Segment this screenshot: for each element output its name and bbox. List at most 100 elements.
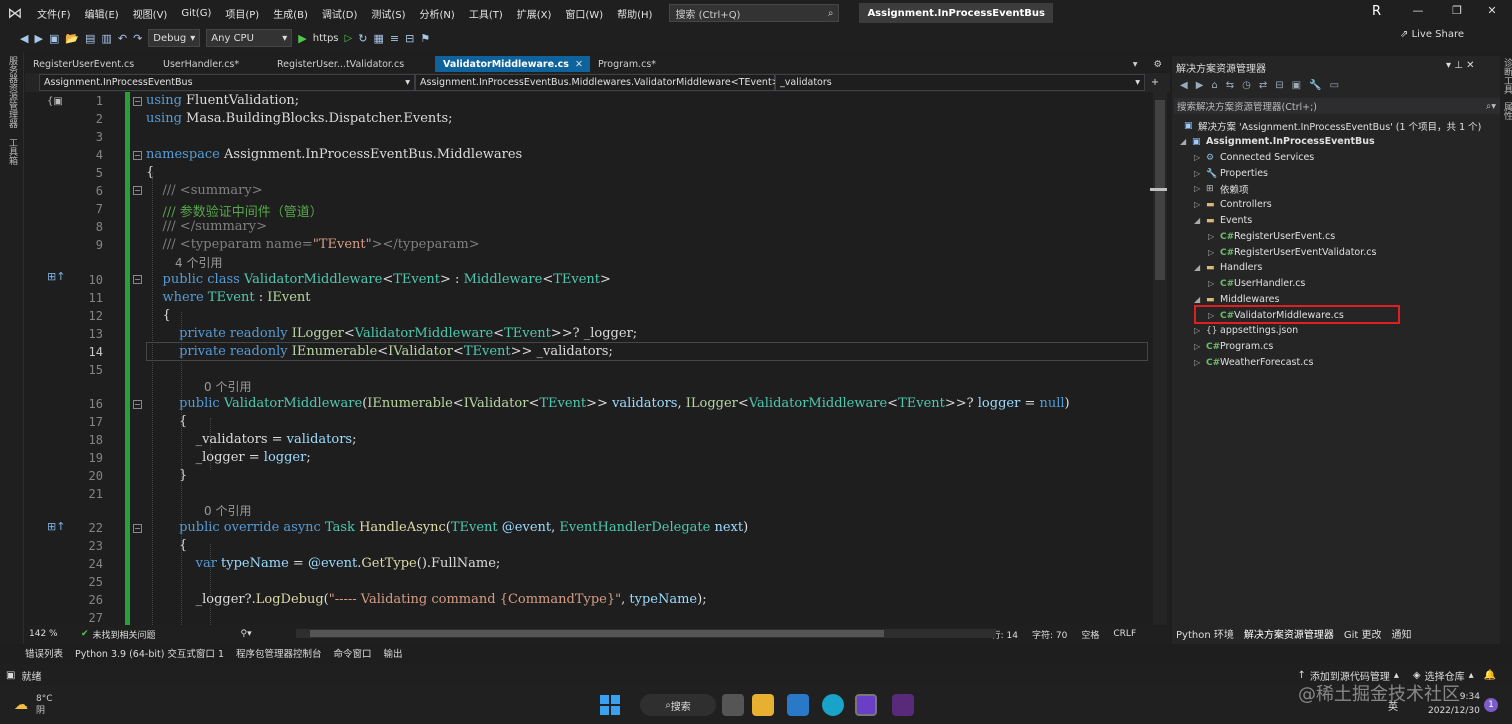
expand-arrow-icon[interactable]: ◢ (1194, 216, 1206, 225)
save-icon[interactable]: ▤ (85, 32, 95, 45)
menu-item-5[interactable]: 生成(B) (266, 6, 315, 21)
collapse-arrow-icon[interactable]: ▷ (1194, 184, 1206, 193)
clock-date[interactable]: 2022/12/30 (1428, 706, 1480, 716)
solution-search-input[interactable]: 搜索解决方案资源管理器(Ctrl+;) ⌕▾ (1174, 98, 1500, 114)
fold-toggle[interactable]: − (133, 275, 142, 284)
collapse-arrow-icon[interactable]: ▷ (1208, 279, 1220, 288)
back-icon[interactable]: ◀ (20, 32, 28, 45)
tree-user-handler[interactable]: ▷ C# UserHandler.cs (1208, 276, 1305, 291)
preview-icon[interactable]: ▭ (1330, 80, 1339, 91)
tree-register-user-event[interactable]: ▷ C# RegisterUserEvent.cs (1208, 229, 1335, 244)
menu-item-12[interactable]: 帮助(H) (610, 6, 659, 21)
back-icon[interactable]: ◀ (1180, 80, 1188, 91)
switch-view-icon[interactable]: ⇆ (1226, 80, 1234, 91)
store-icon[interactable] (787, 694, 809, 716)
member-dropdown[interactable]: _validators ▾ (775, 74, 1145, 91)
tab-command-window[interactable]: 命令窗口 (334, 646, 372, 660)
collapse-arrow-icon[interactable]: ▷ (1194, 169, 1206, 178)
tree-program[interactable]: ▷ C# Program.cs (1194, 339, 1273, 354)
horizontal-scrollbar-thumb[interactable] (310, 630, 884, 637)
edge-browser-icon[interactable] (822, 694, 844, 716)
tree-connected-services[interactable]: ▷ ⚙ Connected Services (1194, 150, 1314, 165)
live-share-button[interactable]: ⇗ Live Share (1400, 29, 1464, 40)
line-ending[interactable]: CRLF (1113, 629, 1136, 639)
menu-item-11[interactable]: 窗口(W) (558, 6, 610, 21)
tab-git-changes[interactable]: Git 更改 (1344, 626, 1382, 641)
close-button[interactable]: ✕ (1478, 4, 1506, 22)
tab-user-handler[interactable]: UserHandler.cs* (155, 56, 269, 72)
maximize-button[interactable]: ❐ (1443, 4, 1471, 22)
tree-handlers[interactable]: ◢ ▬ Handlers (1194, 260, 1262, 275)
menu-item-0[interactable]: 文件(F) (30, 6, 78, 21)
close-tab-icon[interactable]: ✕ (575, 59, 583, 70)
server-explorer-tab[interactable]: 服务器资源管理器 (6, 56, 19, 128)
tab-solution-explorer[interactable]: 解决方案资源管理器 (1244, 626, 1334, 641)
char-indicator[interactable]: 字符: 70 (1032, 628, 1067, 641)
properties-tab[interactable]: 属性 (1501, 102, 1512, 120)
new-project-icon[interactable]: ▣ (49, 32, 59, 45)
collapse-arrow-icon[interactable]: ▷ (1194, 200, 1206, 209)
home-icon[interactable]: ⌂ (1211, 80, 1217, 91)
menu-item-9[interactable]: 工具(T) (462, 6, 510, 21)
tree-weather-forecast[interactable]: ▷ C# WeatherForecast.cs (1194, 355, 1313, 370)
platform-dropdown[interactable]: Any CPU ▾ (206, 29, 293, 47)
terminal-icon[interactable] (892, 694, 914, 716)
properties-icon[interactable]: 🔧 (1309, 80, 1321, 91)
fold-toggle[interactable]: − (133, 524, 142, 533)
tab-error-list[interactable]: 错误列表 (25, 646, 63, 660)
collapse-arrow-icon[interactable]: ▷ (1194, 153, 1206, 162)
fold-toggle[interactable]: − (133, 151, 142, 160)
run-without-debug-icon[interactable]: ▷ (345, 33, 353, 44)
menu-item-3[interactable]: Git(G) (174, 8, 218, 19)
tree-properties[interactable]: ▷ 🔧 Properties (1194, 166, 1268, 181)
tree-dependencies[interactable]: ▷ ⊞ 依赖项 (1194, 181, 1249, 196)
split-icon[interactable]: + (1151, 77, 1159, 88)
menu-item-7[interactable]: 测试(S) (364, 6, 412, 21)
collapse-arrow-icon[interactable]: ▷ (1194, 342, 1206, 351)
run-icon[interactable]: ▶ (298, 32, 306, 45)
menu-item-4[interactable]: 项目(P) (218, 6, 266, 21)
tab-notifications[interactable]: 通知 (1391, 626, 1411, 641)
whitespace-mode[interactable]: 空格 (1081, 628, 1099, 641)
fold-toggle[interactable]: − (133, 186, 142, 195)
weather-condition[interactable]: 阴 (36, 705, 53, 717)
windows-start-icon[interactable] (600, 695, 620, 715)
tab-package-manager[interactable]: 程序包管理器控制台 (236, 646, 322, 660)
tree-events[interactable]: ◢ ▬ Events (1194, 213, 1252, 228)
toolbox-tab[interactable]: 工具箱 (6, 138, 19, 165)
notification-bell-icon[interactable]: 🔔 (1484, 670, 1496, 681)
run-profile-label[interactable]: https (313, 33, 339, 44)
format-icon[interactable]: ≡ (390, 32, 399, 45)
configuration-dropdown[interactable]: Debug ▾ (148, 29, 201, 47)
open-icon[interactable]: 📂 (65, 32, 79, 45)
collapse-arrow-icon[interactable]: ▷ (1208, 248, 1220, 257)
menu-item-1[interactable]: 编辑(E) (78, 6, 126, 21)
tab-register-user-event[interactable]: RegisterUserEvent.cs (25, 56, 155, 72)
tree-solution[interactable]: ▣ 解决方案 'Assignment.InProcessEventBus' (1 … (1184, 118, 1481, 133)
visual-studio-logo-icon[interactable]: ⋈ (0, 0, 30, 26)
tree-project[interactable]: ◢ ▣ Assignment.InProcessEventBus (1180, 134, 1375, 149)
toolbar-misc-icon[interactable]: ▦ (373, 32, 383, 45)
panel-pin-icon[interactable]: ▾ ⊥ ✕ (1446, 60, 1474, 71)
menu-item-8[interactable]: 分析(N) (413, 6, 462, 21)
sync-icon[interactable]: ⇄ (1259, 80, 1267, 91)
fold-toggle[interactable]: − (133, 97, 142, 106)
bookmark-icon[interactable]: ⚑ (420, 32, 430, 45)
codelens-references[interactable]: 4 个引用 (175, 254, 222, 271)
user-avatar[interactable]: R (1372, 4, 1388, 22)
code-editor[interactable]: {▣ ⊞↑ ⊞↑ − − − − − − 1 2 3 4 5 6 7 8 9 10 11 12 13 14… (25, 92, 1153, 625)
expand-arrow-icon[interactable]: ◢ (1194, 263, 1206, 272)
menu-item-10[interactable]: 扩展(X) (510, 6, 559, 21)
taskbar-search[interactable]: ⌕ 搜索 (640, 694, 716, 716)
comment-icon[interactable]: ⊟ (405, 32, 414, 45)
forward-icon[interactable]: ▶ (1196, 80, 1204, 91)
settings-gear-icon[interactable]: ⚙ (1145, 56, 1170, 72)
expand-arrow-icon[interactable]: ◢ (1194, 295, 1206, 304)
project-dropdown[interactable]: Assignment.InProcessEventBus ▾ (39, 74, 415, 91)
minimize-button[interactable]: — (1404, 4, 1432, 22)
redo-icon[interactable]: ↷ (133, 32, 142, 45)
task-view-icon[interactable] (722, 694, 744, 716)
tab-list-dropdown-icon[interactable]: ▾ (1125, 56, 1146, 72)
diagnostic-tools-tab[interactable]: 诊断工具 (1501, 58, 1512, 94)
codelens-references[interactable]: 0 个引用 (204, 378, 251, 395)
